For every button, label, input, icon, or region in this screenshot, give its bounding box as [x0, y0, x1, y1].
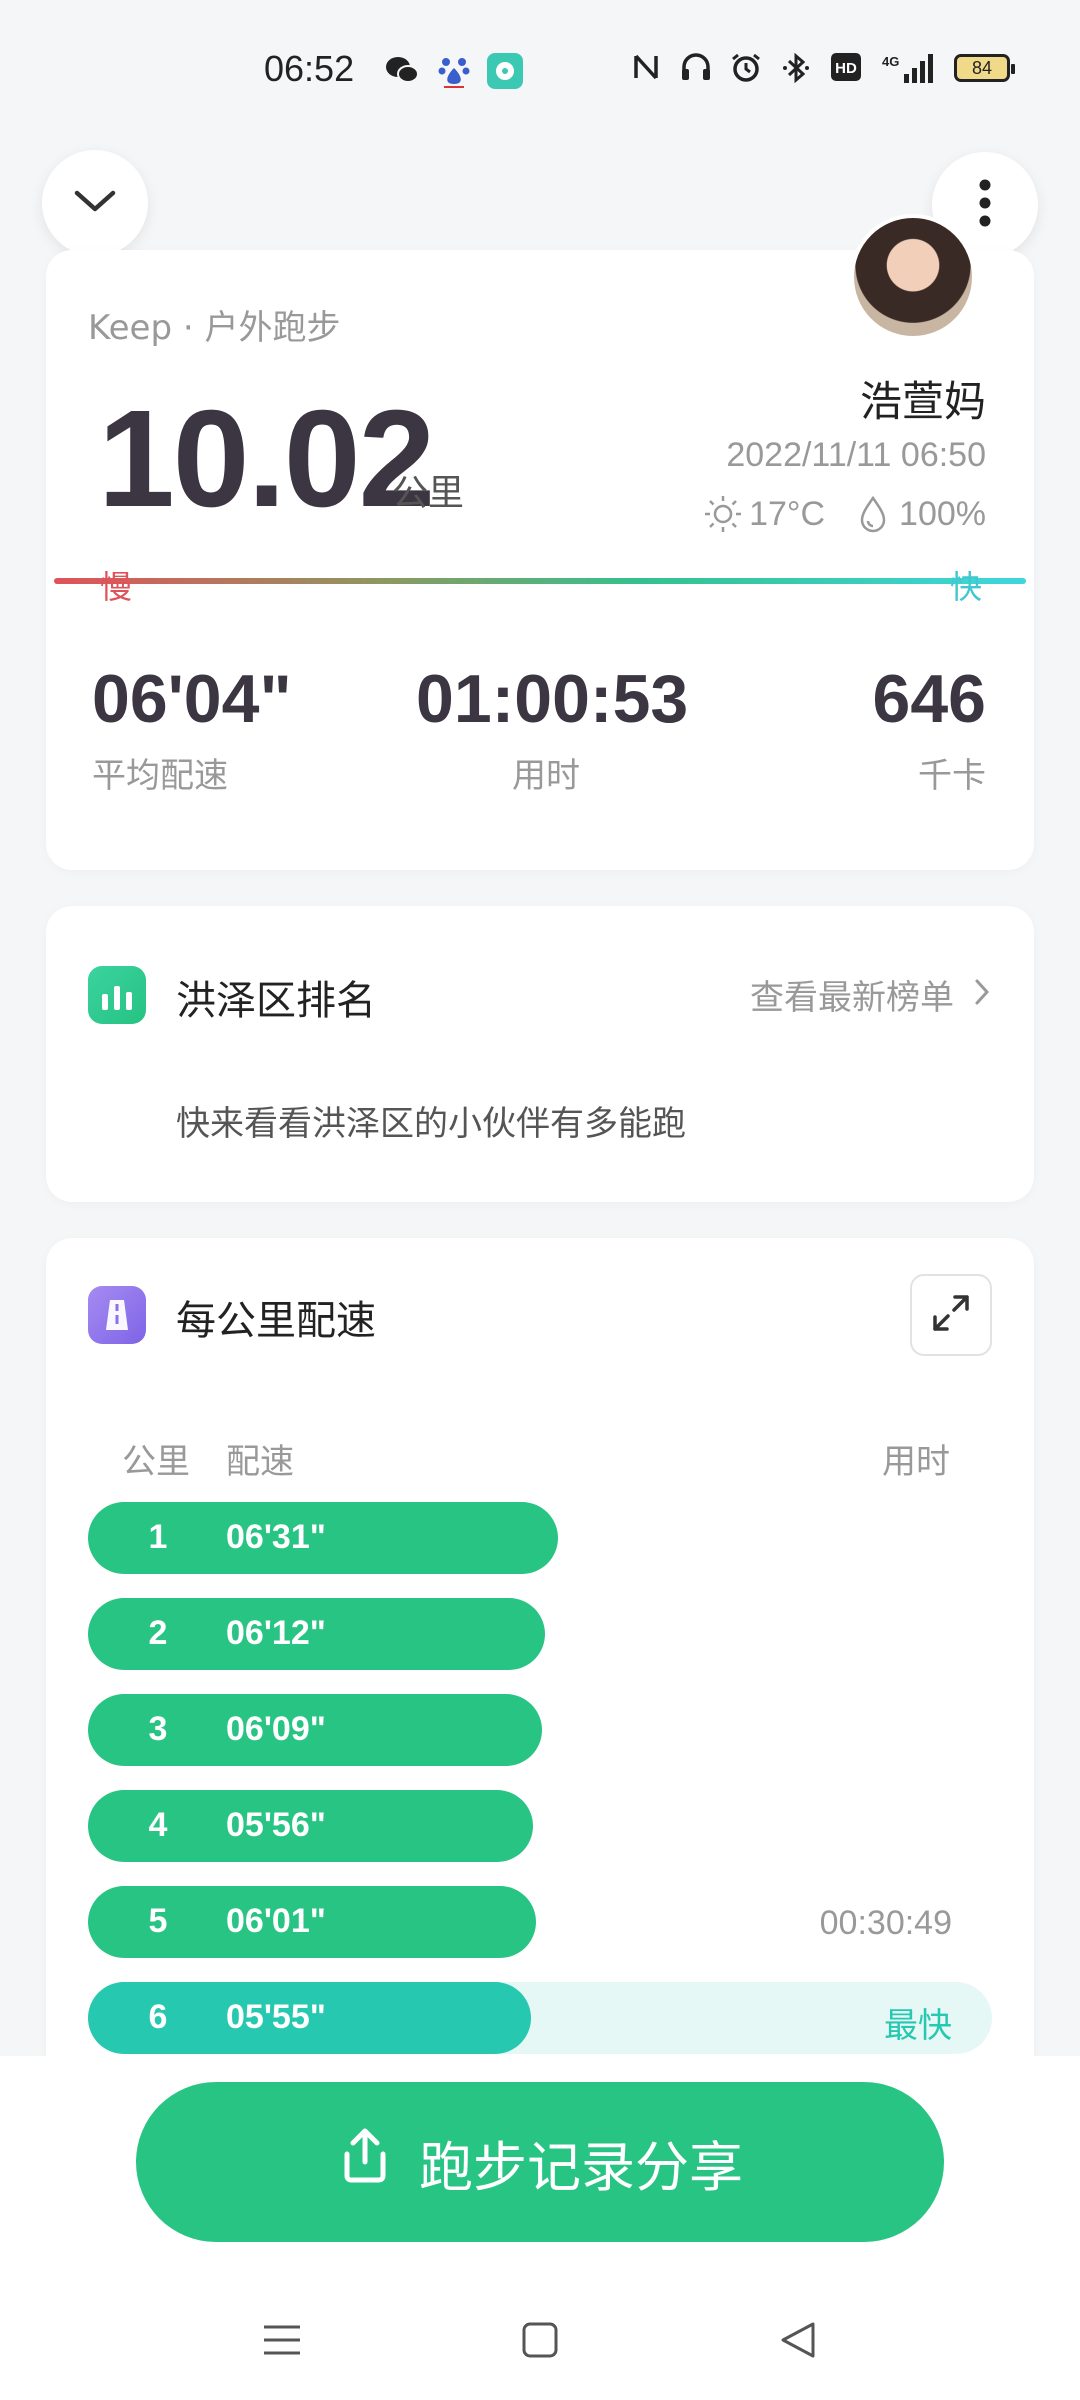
fastest-badge: 最快: [884, 2006, 952, 2046]
calories-label: 千卡: [918, 756, 986, 796]
expand-button[interactable]: [910, 1274, 992, 1356]
weather-info: 17°C 100%: [703, 494, 986, 534]
expand-icon: [929, 1291, 973, 1339]
pace-per-km-card: 每公里配速 公里 配速 用时 1 06'31" 2 06'12" 3 06'09" 4 05'…: [46, 1238, 1034, 2138]
row-km: 6: [148, 1998, 168, 2036]
duration-value: 01:00:53: [416, 661, 689, 737]
avg-pace-label: 平均配速: [92, 756, 228, 796]
road-icon: [88, 1286, 146, 1344]
row-pace: 06'01": [226, 1902, 326, 1940]
battery-icon: 84: [954, 54, 1015, 82]
status-time: 06:52: [264, 48, 355, 89]
row-time: 00:30:49: [819, 1904, 952, 1942]
row-pace: 05'56": [226, 1806, 326, 1844]
pace-per-km-title: 每公里配速: [176, 1298, 376, 1344]
pace-row: 2 06'12": [88, 1598, 992, 1670]
status-bar: 06:52 HD 4G 84: [0, 0, 1080, 140]
header-pace: 配速: [226, 1442, 294, 1482]
app-icon: [486, 52, 523, 89]
signal-4g-icon: 4G: [880, 52, 936, 84]
bluetooth-icon: [780, 52, 812, 84]
more-vertical-icon: [978, 178, 992, 232]
row-km: 2: [148, 1614, 168, 1652]
avg-pace-stat: 06'04" 平均配速: [92, 660, 292, 797]
humidity: 100%: [899, 494, 986, 533]
row-km: 3: [148, 1710, 168, 1748]
menu-icon[interactable]: [252, 2310, 312, 2370]
pace-row: 1 06'31": [88, 1502, 992, 1574]
headset-icon: [680, 52, 712, 84]
avg-pace-value: 06'04": [92, 661, 292, 737]
calories-stat: 646 千卡: [873, 660, 986, 797]
pace-row: 5 06'01" 00:30:49: [88, 1886, 992, 1958]
row-pace: 06'31": [226, 1518, 326, 1556]
header-km: 公里: [122, 1442, 190, 1482]
svg-text:HD: HD: [835, 60, 857, 77]
svg-text:4G: 4G: [882, 54, 899, 69]
wechat-icon: [384, 52, 420, 88]
ranking-subtitle: 快来看看洪泽区的小伙伴有多能跑: [176, 1104, 686, 1144]
distance-value: 10.02: [98, 382, 435, 536]
share-run-label: 跑步记录分享: [419, 2135, 743, 2199]
row-km: 5: [148, 1902, 168, 1940]
chevron-down-icon: [73, 187, 117, 219]
pace-row: 4 05'56": [88, 1790, 992, 1862]
view-leaderboard-label: 查看最新榜单: [750, 978, 954, 1018]
temperature: 17°C: [749, 494, 826, 533]
nfc-icon: [630, 52, 662, 84]
run-source: Keep · 户外跑步: [88, 308, 341, 348]
pace-slow-label: 慢: [100, 568, 133, 606]
duration-stat: 01:00:53 用时: [416, 660, 689, 797]
calories-value: 646: [872, 661, 986, 737]
sun-icon: [703, 494, 743, 534]
chevron-right-icon: [974, 975, 990, 1015]
back-icon[interactable]: [768, 2310, 828, 2370]
username: 浩萱妈: [859, 377, 986, 426]
row-pace: 06'09": [226, 1710, 326, 1748]
avatar[interactable]: [850, 214, 976, 340]
ranking-title: 洪泽区排名: [176, 978, 376, 1024]
humidity-drop-icon: [853, 494, 893, 534]
pace-gradient-bar: [54, 578, 1026, 584]
row-pace: 06'12": [226, 1614, 326, 1652]
home-icon[interactable]: [510, 2310, 570, 2370]
row-km: 4: [148, 1806, 168, 1844]
row-km: 1: [148, 1518, 168, 1556]
alarm-icon: [730, 52, 762, 84]
pace-fast-label: 快: [950, 568, 983, 606]
baidu-icon: [436, 52, 472, 88]
collapse-button[interactable]: [42, 150, 148, 256]
duration-label: 用时: [512, 756, 580, 796]
row-pace: 05'55": [226, 1998, 326, 2036]
pace-row: 3 06'09": [88, 1694, 992, 1766]
ranking-chart-icon: [88, 966, 146, 1024]
pace-row: 6 05'55" 最快: [88, 1982, 992, 2054]
share-run-button[interactable]: 跑步记录分享: [136, 2082, 944, 2242]
status-icons: HD 4G 84: [630, 52, 1015, 84]
run-summary-card: Keep · 户外跑步 10.02 公里 浩萱妈 2022/11/11 06:5…: [46, 214, 1034, 870]
system-nav-bar: [0, 2286, 1080, 2400]
share-icon: [337, 2126, 393, 2199]
ranking-card[interactable]: 洪泽区排名 查看最新榜单 快来看看洪泽区的小伙伴有多能跑: [46, 906, 1034, 1202]
run-datetime: 2022/11/11 06:50: [726, 436, 986, 474]
header-time: 用时: [882, 1442, 950, 1482]
hd-icon: HD: [830, 52, 862, 84]
view-leaderboard-link[interactable]: 查看最新榜单: [750, 970, 990, 1019]
distance-unit: 公里: [392, 473, 465, 514]
